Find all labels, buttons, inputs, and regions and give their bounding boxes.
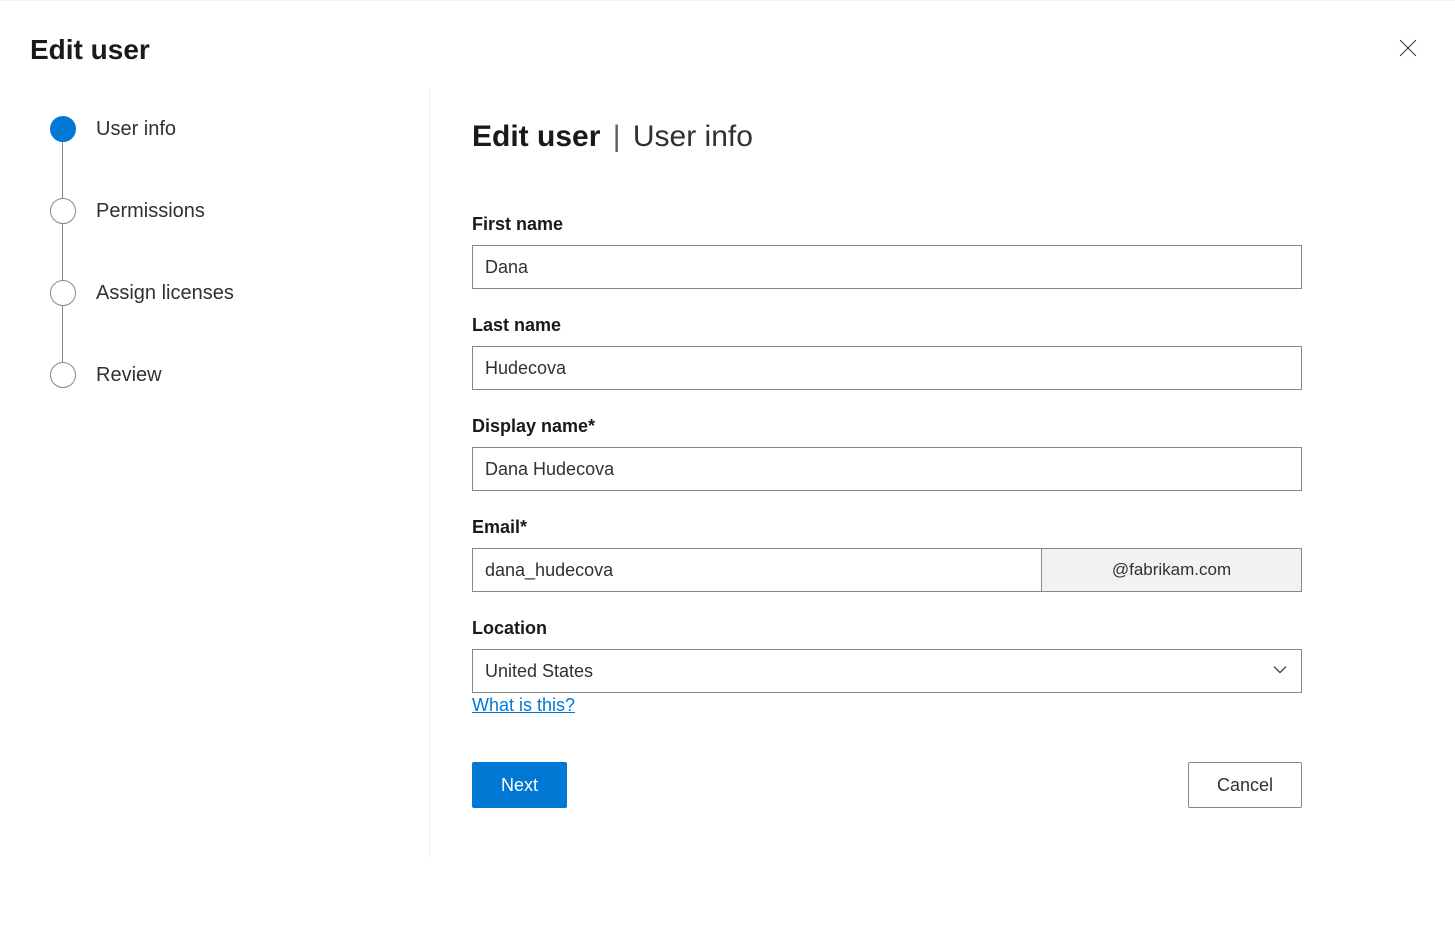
next-button[interactable]: Next bbox=[472, 762, 567, 808]
step-label: Assign licenses bbox=[96, 282, 234, 305]
step-marker-icon bbox=[50, 362, 76, 388]
location-help-link[interactable]: What is this? bbox=[472, 695, 575, 716]
heading-suffix: User info bbox=[633, 120, 753, 153]
first-name-label: First name bbox=[472, 214, 1320, 235]
step-permissions[interactable]: Permissions bbox=[50, 198, 409, 280]
email-input[interactable] bbox=[472, 548, 1042, 592]
cancel-button[interactable]: Cancel bbox=[1188, 762, 1302, 808]
last-name-label: Last name bbox=[472, 315, 1320, 336]
step-assign-licenses[interactable]: Assign licenses bbox=[50, 280, 409, 362]
wizard-steps-sidebar: User info Permissions Assign licenses Re… bbox=[0, 88, 430, 858]
panel-title: Edit user bbox=[30, 34, 150, 66]
first-name-input[interactable] bbox=[472, 245, 1302, 289]
step-label: Permissions bbox=[96, 200, 205, 223]
last-name-input[interactable] bbox=[472, 346, 1302, 390]
close-icon bbox=[1399, 39, 1417, 60]
heading-prefix: Edit user bbox=[472, 120, 600, 153]
step-review[interactable]: Review bbox=[50, 362, 409, 388]
email-label: Email* bbox=[472, 517, 1320, 538]
display-name-label: Display name* bbox=[472, 416, 1320, 437]
page-heading: Edit user | User info bbox=[472, 120, 1320, 154]
step-label: Review bbox=[96, 364, 162, 387]
step-label: User info bbox=[96, 118, 176, 141]
location-label: Location bbox=[472, 618, 1320, 639]
display-name-input[interactable] bbox=[472, 447, 1302, 491]
step-marker-icon bbox=[50, 116, 76, 142]
step-marker-icon bbox=[50, 280, 76, 306]
step-user-info[interactable]: User info bbox=[50, 116, 409, 198]
step-marker-icon bbox=[50, 198, 76, 224]
email-domain-suffix: @fabrikam.com bbox=[1042, 548, 1302, 592]
location-select[interactable]: United States bbox=[472, 649, 1302, 693]
close-button[interactable] bbox=[1391, 31, 1425, 68]
heading-separator: | bbox=[613, 120, 621, 153]
